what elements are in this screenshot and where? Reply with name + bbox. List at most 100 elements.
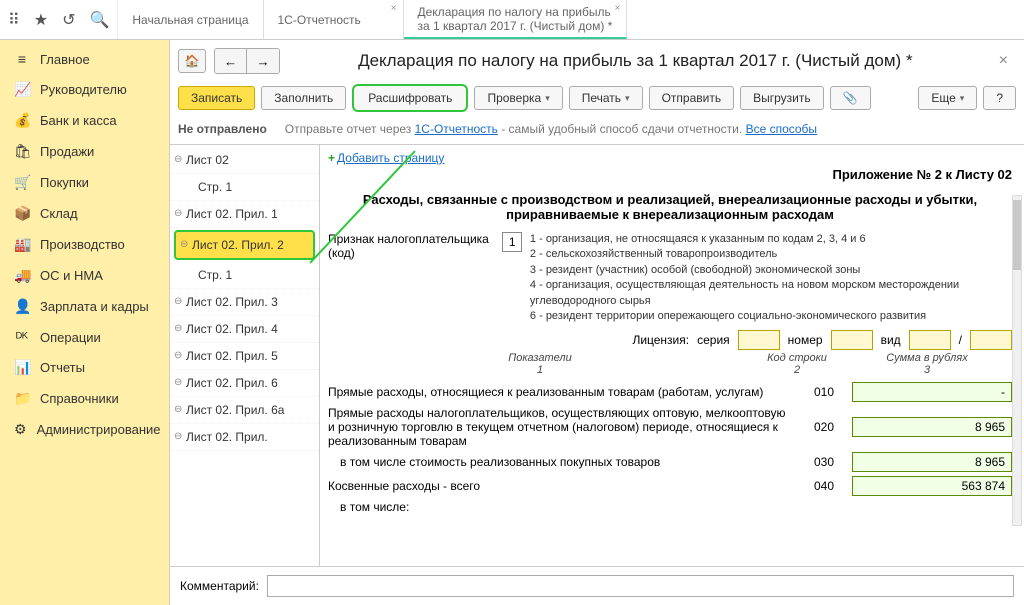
license-series-input[interactable]: [738, 330, 780, 350]
link-all-ways[interactable]: Все способы: [746, 122, 818, 136]
send-button[interactable]: Отправить: [649, 86, 735, 110]
page-title: Декларация по налогу на прибыль за 1 ква…: [288, 51, 983, 71]
check-button[interactable]: Проверка▾: [474, 86, 562, 110]
tree-sheet02-apx1[interactable]: ⊖Лист 02. Прил. 1: [170, 201, 319, 228]
value-010[interactable]: -: [852, 382, 1012, 402]
row-030: в том числе стоимость реализованных поку…: [328, 452, 1012, 472]
collapse-icon[interactable]: ⊖: [174, 404, 182, 415]
plus-icon: +: [328, 151, 335, 165]
taxpayer-label: Признак налогоплательщика (код): [328, 232, 494, 260]
tree-sheet02-apx6[interactable]: ⊖Лист 02. Прил. 6: [170, 370, 319, 397]
apps-icon[interactable]: ⠿: [8, 10, 20, 30]
sidebar-item-purchase[interactable]: 🛒Покупки: [0, 167, 169, 198]
tree-sheet02-apx4[interactable]: ⊖Лист 02. Прил. 4: [170, 316, 319, 343]
comment-input[interactable]: [267, 575, 1014, 597]
send-status: Не отправлено: [178, 122, 267, 136]
nav-buttons: ← →: [214, 48, 280, 74]
scrollbar[interactable]: [1012, 195, 1022, 526]
tree-sheet02-apx2-p1[interactable]: Стр. 1: [170, 262, 319, 289]
collapse-icon[interactable]: ⊖: [174, 208, 182, 219]
more-button[interactable]: Еще▾: [918, 86, 977, 110]
sidebar-item-admin[interactable]: ⚙Администрирование: [0, 414, 169, 445]
sidebar-item-assets[interactable]: 🚚ОС и НМА: [0, 260, 169, 291]
search-icon[interactable]: 🔍: [89, 10, 109, 30]
sidebar-item-manager[interactable]: 📈Руководителю: [0, 74, 169, 105]
bag-icon: 🛍: [14, 143, 30, 160]
tab-declaration[interactable]: Декларация по налогу на прибыльза 1 квар…: [404, 0, 628, 39]
close-icon[interactable]: ×: [391, 3, 397, 14]
history-icon[interactable]: ↺: [62, 10, 75, 30]
license-sub-input[interactable]: [970, 330, 1012, 350]
tab-start[interactable]: Начальная страница: [118, 0, 263, 39]
comment-label: Комментарий:: [180, 579, 259, 593]
appendix-title: Приложение № 2 к Листу 02: [328, 167, 1012, 182]
gear-icon: ⚙: [14, 421, 27, 438]
print-button[interactable]: Печать▾: [569, 86, 643, 110]
tree-sheet02-apx2[interactable]: ⊖Лист 02. Прил. 2: [174, 230, 315, 260]
sidebar-item-sales[interactable]: 🛍Продажи: [0, 136, 169, 167]
folder-icon: 📁: [14, 390, 30, 407]
collapse-icon[interactable]: ⊖: [174, 296, 182, 307]
columns-header: Показатели1 Код строки2 Сумма в рублях3: [328, 352, 1012, 376]
add-page-link[interactable]: Добавить страницу: [337, 151, 444, 165]
export-button[interactable]: Выгрузить: [740, 86, 824, 110]
tree-sheet02-p1[interactable]: Стр. 1: [170, 174, 319, 201]
forward-button[interactable]: →: [247, 49, 279, 73]
fill-button[interactable]: Заполнить: [261, 86, 346, 110]
sidebar-item-operations[interactable]: ᴰᴷОперации: [0, 322, 169, 352]
cart-icon: 🛒: [14, 174, 30, 191]
sidebar-item-main[interactable]: ≡Главное: [0, 44, 169, 74]
tab-strip: Начальная страница 1С-Отчетность× Деклар…: [118, 0, 627, 39]
box-icon: 📦: [14, 205, 30, 222]
chevron-down-icon: ▾: [545, 93, 550, 104]
collapse-icon[interactable]: ⊖: [174, 154, 182, 165]
value-020[interactable]: 8 965: [852, 417, 1012, 437]
tab-1c-reporting[interactable]: 1С-Отчетность×: [264, 0, 404, 39]
taxpayer-code[interactable]: 1: [502, 232, 521, 252]
row-010: Прямые расходы, относящиеся к реализован…: [328, 382, 1012, 402]
value-040[interactable]: 563 874: [852, 476, 1012, 496]
truck-icon: 🚚: [14, 267, 30, 284]
tree-sheet02-apx5[interactable]: ⊖Лист 02. Прил. 5: [170, 343, 319, 370]
tree-sheet02-apx6a[interactable]: ⊖Лист 02. Прил. 6а: [170, 397, 319, 424]
dk-icon: ᴰᴷ: [14, 329, 30, 345]
attach-button[interactable]: 📎: [830, 86, 871, 110]
tree-sheet02-apx-more[interactable]: ⊖Лист 02. Прил.: [170, 424, 319, 451]
home-button[interactable]: 🏠: [178, 49, 206, 73]
license-type-input[interactable]: [909, 330, 951, 350]
value-030[interactable]: 8 965: [852, 452, 1012, 472]
save-button[interactable]: Записать: [178, 86, 255, 110]
back-button[interactable]: ←: [215, 49, 247, 73]
chevron-down-icon: ▾: [960, 93, 965, 104]
link-1c-reporting[interactable]: 1С-Отчетность: [415, 122, 498, 136]
close-icon[interactable]: ×: [991, 52, 1016, 70]
top-icon-bar: ⠿ ★ ↺ 🔍: [0, 0, 118, 39]
collapse-icon[interactable]: ⊖: [174, 323, 182, 334]
decode-button[interactable]: Расшифровать: [352, 84, 468, 112]
collapse-icon[interactable]: ⊖: [174, 377, 182, 388]
collapse-icon[interactable]: ⊖: [174, 431, 182, 442]
collapse-icon[interactable]: ⊖: [180, 239, 188, 250]
chevron-down-icon: ▾: [625, 93, 630, 104]
factory-icon: 🏭: [14, 236, 30, 253]
sidebar-item-warehouse[interactable]: 📦Склад: [0, 198, 169, 229]
row-020: Прямые расходы налогоплательщиков, осуще…: [328, 406, 1012, 448]
sidebar-item-bank[interactable]: 💰Банк и касса: [0, 105, 169, 136]
barchart-icon: 📊: [14, 359, 30, 376]
collapse-icon[interactable]: ⊖: [174, 350, 182, 361]
chart-icon: 📈: [14, 81, 30, 98]
license-number-input[interactable]: [831, 330, 873, 350]
tree-sheet02-apx3[interactable]: ⊖Лист 02. Прил. 3: [170, 289, 319, 316]
help-button[interactable]: ?: [983, 86, 1016, 110]
sidebar-item-catalogs[interactable]: 📁Справочники: [0, 383, 169, 414]
sidebar-item-payroll[interactable]: 👤Зарплата и кадры: [0, 291, 169, 322]
close-icon[interactable]: ×: [615, 3, 621, 14]
sidebar-item-production[interactable]: 🏭Производство: [0, 229, 169, 260]
section-tree[interactable]: ⊖Лист 02 Стр. 1 ⊖Лист 02. Прил. 1 ⊖Лист …: [170, 145, 320, 566]
person-icon: 👤: [14, 298, 30, 315]
tree-sheet02[interactable]: ⊖Лист 02: [170, 147, 319, 174]
license-row: Лицензия: серия номер вид /: [328, 330, 1012, 350]
star-icon[interactable]: ★: [34, 10, 48, 30]
appendix-heading: Расходы, связанные с производством и реа…: [358, 192, 982, 222]
sidebar-item-reports[interactable]: 📊Отчеты: [0, 352, 169, 383]
